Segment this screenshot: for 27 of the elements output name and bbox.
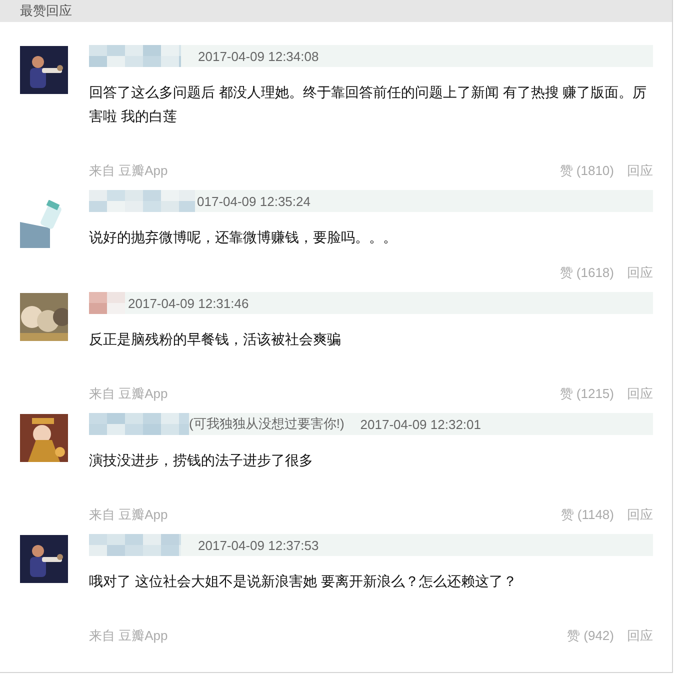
comment-time: 2017-04-09 12:34:08 (198, 48, 319, 64)
comment-source: 来自 豆瓣App (89, 506, 168, 524)
comment-time: 017-04-09 12:35:24 (197, 194, 310, 208)
comment-source: 来自 豆瓣App (89, 162, 168, 180)
reply-link[interactable]: 回应 (627, 627, 653, 645)
comment-time: 2017-04-09 12:37:53 (198, 538, 319, 552)
user-signature: (可我独独从没想过要害你!) (189, 415, 344, 433)
comment-source: 来自 豆瓣App (89, 385, 168, 403)
section-title: 最赞回应 (20, 2, 72, 20)
redaction-mosaic (89, 292, 125, 314)
like-link[interactable]: 赞 (1618) (560, 264, 614, 282)
comment-text: 演技没进步，捞钱的法子进步了很多 (89, 451, 314, 470)
like-link[interactable]: 赞 (1215) (560, 385, 614, 403)
comment-text: 回答了这么多问题后 都没人理她。终于靠回答前任的问题上了新闻 有了热搜 赚了版面。厉害啦 我的白莲 (89, 83, 648, 126)
reply-link[interactable]: 回应 (627, 162, 653, 180)
comment-time: 2017-04-09 12:31:46 (128, 296, 249, 310)
comment-source: 来自 豆瓣App (89, 627, 168, 645)
comment-text: 哦对了 这位社会大姐不是说新浪害她 要离开新浪么？怎么还赖这了？ (89, 572, 518, 591)
comment-text: 说好的抛弃微博呢，还靠微博赚钱，要脸吗。。。 (89, 228, 398, 247)
comment-time: 2017-04-09 12:32:01 (360, 416, 481, 432)
reply-link[interactable]: 回应 (627, 385, 653, 403)
reply-link[interactable]: 回应 (627, 264, 653, 282)
reply-link[interactable]: 回应 (627, 506, 653, 524)
like-link[interactable]: 赞 (942) (567, 627, 614, 645)
comment-text: 反正是脑残粉的早餐钱，活该被社会爽骗 (89, 330, 342, 349)
like-link[interactable]: 赞 (1148) (560, 506, 614, 524)
like-link[interactable]: 赞 (1810) (560, 162, 614, 180)
